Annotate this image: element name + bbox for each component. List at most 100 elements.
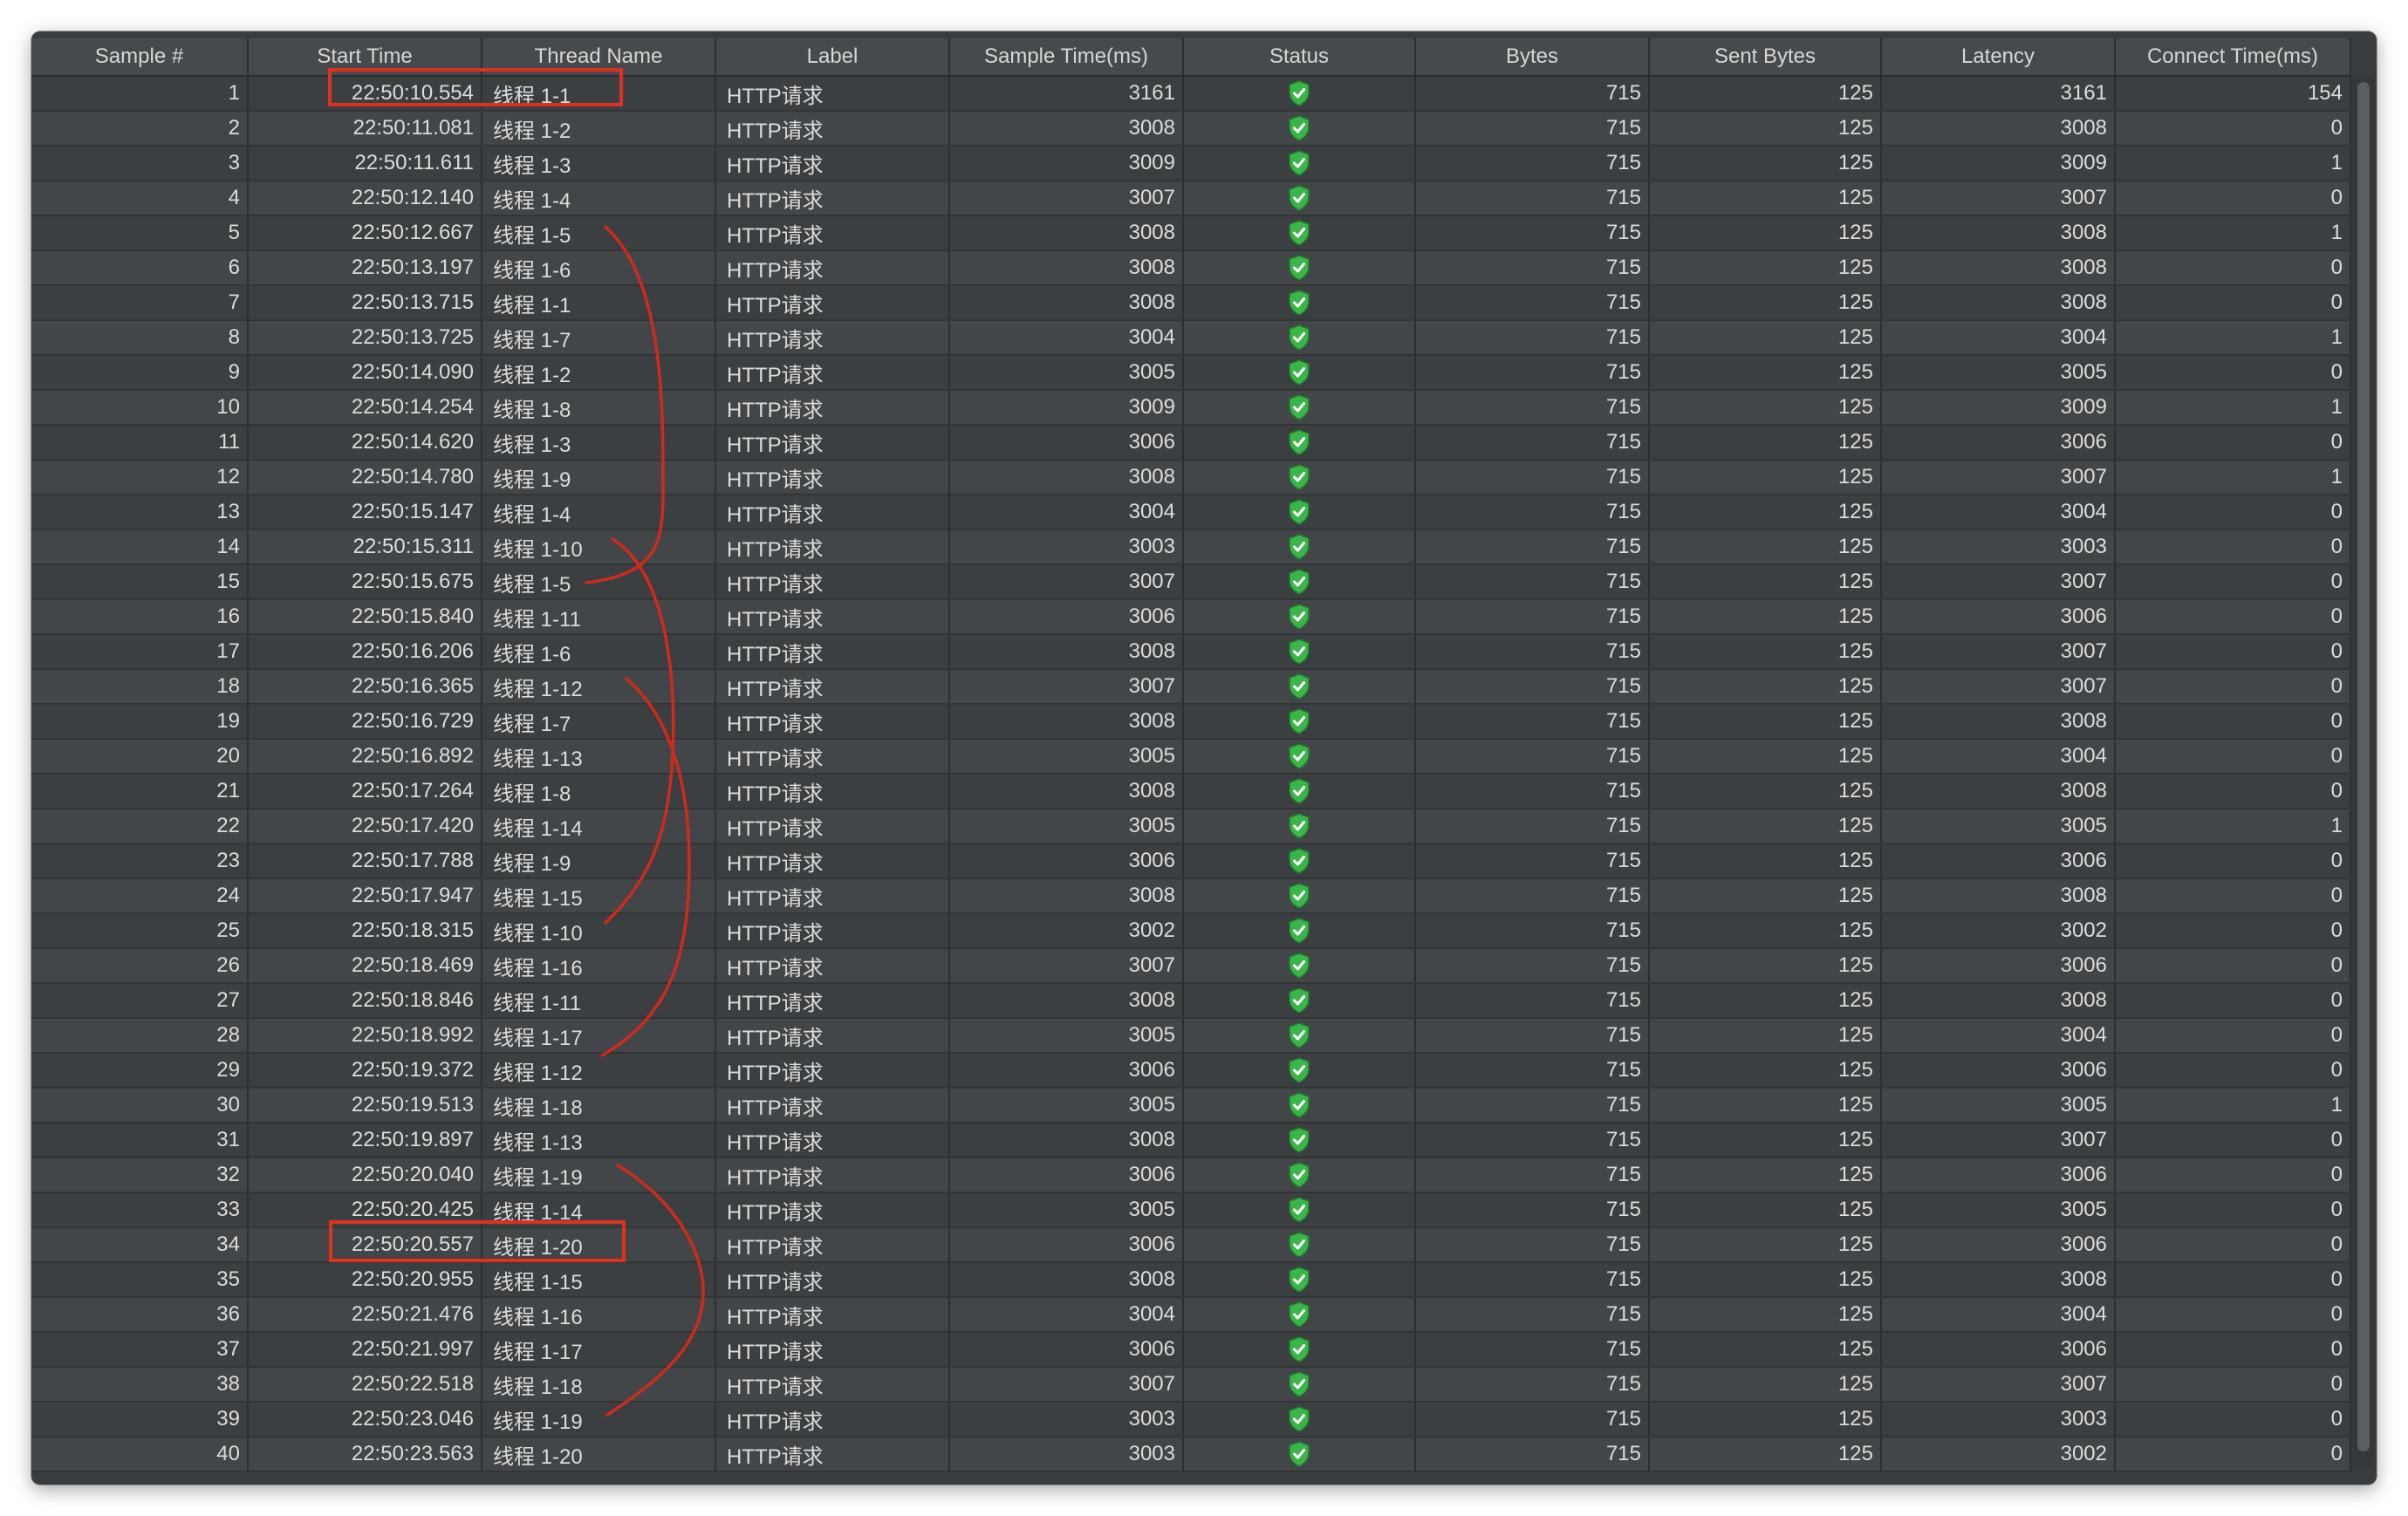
table-row[interactable]: 11 22:50:14.620 线程 1-3 HTTP请求 3006 715 125 3006… bbox=[31, 425, 2351, 461]
table-row[interactable]: 8 22:50:13.725 线程 1-7 HTTP请求 3004 715 125 3004 1 bbox=[31, 320, 2351, 356]
cell-sent-bytes: 125 bbox=[1649, 809, 1882, 844]
column-header-start-time[interactable]: Start Time bbox=[248, 38, 482, 77]
cell-sample: 36 bbox=[31, 1297, 249, 1333]
cell-label: HTTP请求 bbox=[715, 913, 950, 949]
table-row[interactable]: 32 22:50:20.040 线程 1-19 HTTP请求 3006 715 125 300… bbox=[31, 1157, 2351, 1193]
cell-sent-bytes: 125 bbox=[1649, 495, 1882, 530]
table-row[interactable]: 40 22:50:23.563 线程 1-20 HTTP请求 3003 715 125 300… bbox=[31, 1437, 2351, 1472]
cell-connect-time: 0 bbox=[2115, 948, 2351, 984]
table-row[interactable]: 16 22:50:15.840 线程 1-11 HTTP请求 3006 715 125 300… bbox=[31, 599, 2351, 635]
cell-sent-bytes: 125 bbox=[1649, 878, 1882, 914]
table-row[interactable]: 25 22:50:18.315 线程 1-10 HTTP请求 3002 715 125 300… bbox=[31, 913, 2351, 949]
cell-label: HTTP请求 bbox=[715, 1088, 950, 1123]
cell-latency: 3004 bbox=[1881, 495, 2116, 530]
table-row[interactable]: 20 22:50:16.892 线程 1-13 HTTP请求 3005 715 125 300… bbox=[31, 739, 2351, 775]
table-row[interactable]: 15 22:50:15.675 线程 1-5 HTTP请求 3007 715 125 3007… bbox=[31, 564, 2351, 600]
cell-bytes: 715 bbox=[1415, 599, 1650, 635]
vertical-scrollbar[interactable] bbox=[2352, 77, 2375, 1467]
cell-label: HTTP请求 bbox=[715, 1367, 950, 1403]
table-row[interactable]: 18 22:50:16.365 线程 1-12 HTTP请求 3007 715 125 300… bbox=[31, 669, 2351, 705]
column-header-connect-time[interactable]: Connect Time(ms) bbox=[2115, 38, 2351, 77]
table-row[interactable]: 14 22:50:15.311 线程 1-10 HTTP请求 3003 715 125 300… bbox=[31, 529, 2351, 565]
cell-label: HTTP请求 bbox=[715, 1402, 950, 1437]
cell-bytes: 715 bbox=[1415, 355, 1650, 391]
cell-bytes: 715 bbox=[1415, 146, 1650, 181]
table-row[interactable]: 2 22:50:11.081 线程 1-2 HTTP请求 3008 715 125 3008 0 bbox=[31, 111, 2351, 147]
cell-connect-time: 0 bbox=[2115, 1018, 2351, 1054]
column-header-sample-time[interactable]: Sample Time(ms) bbox=[949, 38, 1184, 77]
table-row[interactable]: 4 22:50:12.140 线程 1-4 HTTP请求 3007 715 125 3007 0 bbox=[31, 181, 2351, 216]
cell-sample-time: 3003 bbox=[949, 1437, 1184, 1472]
cell-thread-name: 线程 1-2 bbox=[482, 355, 716, 391]
table-row[interactable]: 1 22:50:10.554 线程 1-1 HTTP请求 3161 715 125 3161 1… bbox=[31, 76, 2351, 112]
cell-start-time: 22:50:15.840 bbox=[248, 599, 482, 635]
table-row[interactable]: 7 22:50:13.715 线程 1-1 HTTP请求 3008 715 125 3008 0 bbox=[31, 285, 2351, 321]
success-shield-icon bbox=[1289, 464, 1310, 490]
table-row[interactable]: 6 22:50:13.197 线程 1-6 HTTP请求 3008 715 125 3008 0 bbox=[31, 250, 2351, 286]
table-row[interactable]: 5 22:50:12.667 线程 1-5 HTTP请求 3008 715 125 3008 1 bbox=[31, 215, 2351, 251]
column-header-sample[interactable]: Sample # bbox=[31, 38, 249, 77]
cell-sample: 30 bbox=[31, 1088, 249, 1123]
table-row[interactable]: 17 22:50:16.206 线程 1-6 HTTP请求 3008 715 125 3007… bbox=[31, 634, 2351, 670]
column-header-status[interactable]: Status bbox=[1183, 38, 1416, 77]
column-header-bytes[interactable]: Bytes bbox=[1415, 38, 1650, 77]
success-shield-icon bbox=[1289, 1441, 1310, 1467]
table-row[interactable]: 35 22:50:20.955 线程 1-15 HTTP请求 3008 715 125 300… bbox=[31, 1262, 2351, 1298]
table-row[interactable]: 12 22:50:14.780 线程 1-9 HTTP请求 3008 715 125 3007… bbox=[31, 460, 2351, 495]
cell-thread-name: 线程 1-5 bbox=[482, 215, 716, 251]
column-header-thread-name[interactable]: Thread Name bbox=[482, 38, 716, 77]
column-header-label[interactable]: Label bbox=[715, 38, 950, 77]
cell-connect-time: 1 bbox=[2115, 809, 2351, 844]
table-row[interactable]: 39 22:50:23.046 线程 1-19 HTTP请求 3003 715 125 300… bbox=[31, 1402, 2351, 1437]
table-row[interactable]: 9 22:50:14.090 线程 1-2 HTTP请求 3005 715 125 3005 0 bbox=[31, 355, 2351, 391]
table-row[interactable]: 31 22:50:19.897 线程 1-13 HTTP请求 3008 715 125 300… bbox=[31, 1123, 2351, 1158]
cell-sample-time: 3007 bbox=[949, 669, 1184, 705]
cell-bytes: 715 bbox=[1415, 1088, 1650, 1123]
table-row[interactable]: 30 22:50:19.513 线程 1-18 HTTP请求 3005 715 125 300… bbox=[31, 1088, 2351, 1123]
cell-thread-name: 线程 1-17 bbox=[482, 1332, 716, 1368]
cell-status bbox=[1183, 1157, 1416, 1193]
table-row[interactable]: 37 22:50:21.997 线程 1-17 HTTP请求 3006 715 125 300… bbox=[31, 1332, 2351, 1368]
column-header-sent-bytes[interactable]: Sent Bytes bbox=[1649, 38, 1882, 77]
success-shield-icon bbox=[1289, 1301, 1310, 1328]
cell-sample-time: 3008 bbox=[949, 1123, 1184, 1158]
cell-sample-time: 3008 bbox=[949, 634, 1184, 670]
cell-status bbox=[1183, 1088, 1416, 1123]
cell-thread-name: 线程 1-15 bbox=[482, 878, 716, 914]
table-row[interactable]: 34 22:50:20.557 线程 1-20 HTTP请求 3006 715 125 300… bbox=[31, 1227, 2351, 1263]
cell-connect-time: 0 bbox=[2115, 1367, 2351, 1403]
cell-connect-time: 1 bbox=[2115, 320, 2351, 356]
table-row[interactable]: 24 22:50:17.947 线程 1-15 HTTP请求 3008 715 125 300… bbox=[31, 878, 2351, 914]
cell-bytes: 715 bbox=[1415, 529, 1650, 565]
scrollbar-thumb[interactable] bbox=[2357, 82, 2370, 1451]
cell-connect-time: 0 bbox=[2115, 1297, 2351, 1333]
cell-sample-time: 3007 bbox=[949, 181, 1184, 216]
cell-sample-time: 3006 bbox=[949, 1332, 1184, 1368]
table-row[interactable]: 22 22:50:17.420 线程 1-14 HTTP请求 3005 715 125 300… bbox=[31, 809, 2351, 844]
cell-latency: 3006 bbox=[1881, 1157, 2116, 1193]
table-row[interactable]: 27 22:50:18.846 线程 1-11 HTTP请求 3008 715 125 300… bbox=[31, 983, 2351, 1019]
table-row[interactable]: 19 22:50:16.729 线程 1-7 HTTP请求 3008 715 125 3008… bbox=[31, 704, 2351, 740]
cell-sent-bytes: 125 bbox=[1649, 1332, 1882, 1368]
table-row[interactable]: 33 22:50:20.425 线程 1-14 HTTP请求 3005 715 125 300… bbox=[31, 1192, 2351, 1228]
cell-bytes: 715 bbox=[1415, 495, 1650, 530]
table-row[interactable]: 13 22:50:15.147 线程 1-4 HTTP请求 3004 715 125 3004… bbox=[31, 495, 2351, 530]
cell-sent-bytes: 125 bbox=[1649, 564, 1882, 600]
cell-bytes: 715 bbox=[1415, 215, 1650, 251]
cell-label: HTTP请求 bbox=[715, 878, 950, 914]
column-header-latency[interactable]: Latency bbox=[1881, 38, 2116, 77]
cell-connect-time: 0 bbox=[2115, 983, 2351, 1019]
cell-start-time: 22:50:15.147 bbox=[248, 495, 482, 530]
cell-sample: 24 bbox=[31, 878, 249, 914]
table-row[interactable]: 29 22:50:19.372 线程 1-12 HTTP请求 3006 715 125 300… bbox=[31, 1053, 2351, 1089]
table-row[interactable]: 38 22:50:22.518 线程 1-18 HTTP请求 3007 715 125 300… bbox=[31, 1367, 2351, 1403]
table-row[interactable]: 21 22:50:17.264 线程 1-8 HTTP请求 3008 715 125 3008… bbox=[31, 774, 2351, 809]
table-row[interactable]: 3 22:50:11.611 线程 1-3 HTTP请求 3009 715 125 3009 1 bbox=[31, 146, 2351, 181]
cell-latency: 3002 bbox=[1881, 913, 2116, 949]
table-row[interactable]: 26 22:50:18.469 线程 1-16 HTTP请求 3007 715 125 300… bbox=[31, 948, 2351, 984]
cell-label: HTTP请求 bbox=[715, 948, 950, 984]
table-row[interactable]: 36 22:50:21.476 线程 1-16 HTTP请求 3004 715 125 300… bbox=[31, 1297, 2351, 1333]
table-row[interactable]: 10 22:50:14.254 线程 1-8 HTTP请求 3009 715 125 3009… bbox=[31, 390, 2351, 426]
table-row[interactable]: 28 22:50:18.992 线程 1-17 HTTP请求 3005 715 125 300… bbox=[31, 1018, 2351, 1054]
table-row[interactable]: 23 22:50:17.788 线程 1-9 HTTP请求 3006 715 125 3006… bbox=[31, 843, 2351, 879]
